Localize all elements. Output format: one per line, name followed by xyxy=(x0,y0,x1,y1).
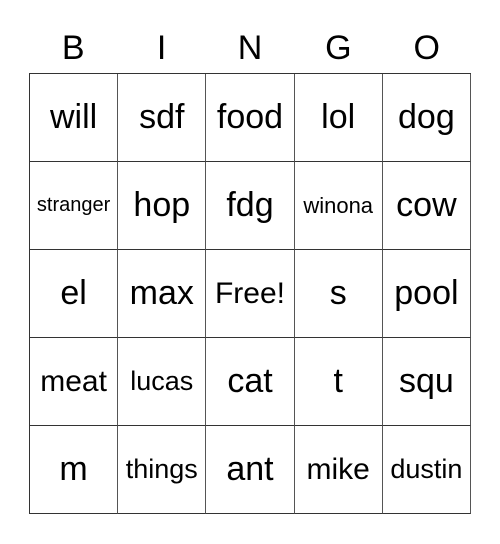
free-space-cell[interactable]: Free! xyxy=(206,250,295,338)
bingo-cell[interactable]: s xyxy=(294,250,383,338)
bingo-cell[interactable]: hop xyxy=(118,162,207,250)
bingo-cell[interactable]: winona xyxy=(294,162,383,250)
bingo-cell[interactable]: food xyxy=(206,74,295,162)
bingo-cell[interactable]: things xyxy=(118,426,207,514)
bingo-cell[interactable]: cat xyxy=(206,338,295,426)
bingo-cell[interactable]: t xyxy=(294,338,383,426)
bingo-cell[interactable]: lol xyxy=(294,74,383,162)
header-letter-g: G xyxy=(325,29,352,67)
header-letter-b: B xyxy=(61,29,85,67)
bingo-cell[interactable]: mike xyxy=(294,426,383,514)
bingo-cell[interactable]: fdg xyxy=(206,162,295,250)
header-letter-o: O xyxy=(413,29,440,67)
bingo-cell[interactable]: max xyxy=(118,250,207,338)
header-letter-i: I xyxy=(156,29,167,67)
bingo-cell[interactable]: squ xyxy=(382,338,471,426)
bingo-cell[interactable]: ant xyxy=(206,426,295,514)
bingo-cell[interactable]: el xyxy=(30,250,119,338)
bingo-cell[interactable]: m xyxy=(30,426,119,514)
bingo-cell[interactable]: sdf xyxy=(118,74,207,162)
header-letter-n: N xyxy=(237,29,263,67)
bingo-cell[interactable]: cow xyxy=(382,162,471,250)
bingo-cell[interactable]: pool xyxy=(382,250,471,338)
bingo-cell[interactable]: dustin xyxy=(382,426,471,514)
bingo-cell[interactable]: dog xyxy=(382,74,471,162)
bingo-cell[interactable]: stranger xyxy=(30,162,119,250)
bingo-cell[interactable]: lucas xyxy=(118,338,207,426)
bingo-card-grid: will sdf food lol dog stranger hop fdg w… xyxy=(29,73,471,514)
bingo-cell[interactable]: will xyxy=(30,74,119,162)
bingo-header: B I N G O xyxy=(29,26,471,70)
bingo-cell[interactable]: meat xyxy=(30,338,119,426)
